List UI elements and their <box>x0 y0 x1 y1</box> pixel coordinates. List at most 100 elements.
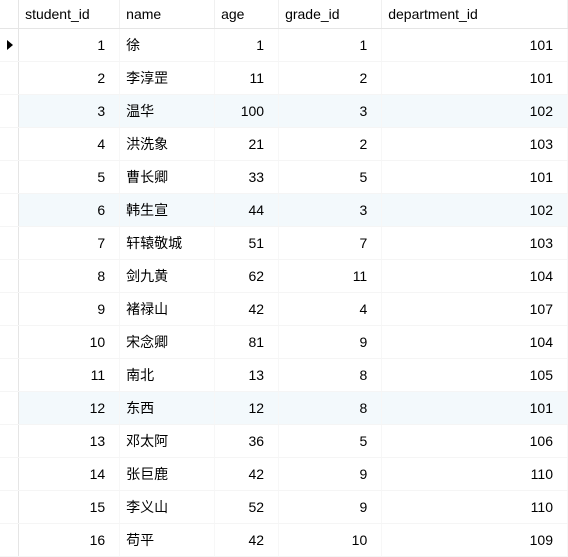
cell-department-id[interactable]: 105 <box>382 359 568 392</box>
cell-name[interactable]: 张巨鹿 <box>120 458 215 491</box>
cell-grade-id[interactable]: 5 <box>279 425 382 458</box>
cell-name[interactable]: 徐 <box>120 29 215 62</box>
cell-name[interactable]: 曹长卿 <box>120 161 215 194</box>
col-header-grade-id[interactable]: grade_id <box>279 0 382 29</box>
cell-department-id[interactable]: 110 <box>382 491 568 524</box>
table-row[interactable]: 7轩辕敬城517103 <box>0 227 568 260</box>
table-row[interactable]: 12东西128101 <box>0 392 568 425</box>
cell-student-id[interactable]: 5 <box>19 161 120 194</box>
cell-age[interactable]: 11 <box>215 62 279 95</box>
cell-grade-id[interactable]: 3 <box>279 194 382 227</box>
cell-age[interactable]: 52 <box>215 491 279 524</box>
cell-age[interactable]: 81 <box>215 326 279 359</box>
table-row[interactable]: 15李义山529110 <box>0 491 568 524</box>
cell-name[interactable]: 洪洗象 <box>120 128 215 161</box>
cell-grade-id[interactable]: 9 <box>279 326 382 359</box>
cell-age[interactable]: 12 <box>215 392 279 425</box>
cell-grade-id[interactable]: 8 <box>279 392 382 425</box>
cell-grade-id[interactable]: 3 <box>279 95 382 128</box>
cell-grade-id[interactable]: 1 <box>279 29 382 62</box>
cell-student-id[interactable]: 6 <box>19 194 120 227</box>
cell-name[interactable]: 宋念卿 <box>120 326 215 359</box>
cell-grade-id[interactable]: 4 <box>279 293 382 326</box>
col-header-department-id[interactable]: department_id <box>382 0 568 29</box>
table-row[interactable]: 8剑九黄6211104 <box>0 260 568 293</box>
cell-age[interactable]: 42 <box>215 458 279 491</box>
cell-age[interactable]: 36 <box>215 425 279 458</box>
row-gutter[interactable] <box>0 161 19 194</box>
cell-name[interactable]: 韩生宣 <box>120 194 215 227</box>
cell-age[interactable]: 13 <box>215 359 279 392</box>
row-gutter[interactable] <box>0 62 19 95</box>
cell-student-id[interactable]: 11 <box>19 359 120 392</box>
cell-department-id[interactable]: 101 <box>382 161 568 194</box>
col-header-student-id[interactable]: student_id <box>19 0 120 29</box>
row-gutter[interactable] <box>0 260 19 293</box>
row-gutter[interactable] <box>0 128 19 161</box>
cell-department-id[interactable]: 102 <box>382 95 568 128</box>
row-gutter[interactable] <box>0 392 19 425</box>
cell-student-id[interactable]: 4 <box>19 128 120 161</box>
cell-grade-id[interactable]: 5 <box>279 161 382 194</box>
cell-name[interactable]: 东西 <box>120 392 215 425</box>
cell-department-id[interactable]: 101 <box>382 392 568 425</box>
cell-grade-id[interactable]: 2 <box>279 128 382 161</box>
data-grid[interactable]: student_id name age grade_id department_… <box>0 0 568 557</box>
row-gutter[interactable] <box>0 524 19 557</box>
cell-student-id[interactable]: 15 <box>19 491 120 524</box>
cell-department-id[interactable]: 103 <box>382 227 568 260</box>
cell-student-id[interactable]: 14 <box>19 458 120 491</box>
cell-age[interactable]: 62 <box>215 260 279 293</box>
row-gutter[interactable] <box>0 326 19 359</box>
col-header-age[interactable]: age <box>215 0 279 29</box>
cell-grade-id[interactable]: 9 <box>279 458 382 491</box>
cell-department-id[interactable]: 109 <box>382 524 568 557</box>
table-row[interactable]: 16苟平4210109 <box>0 524 568 557</box>
table-row[interactable]: 3温华1003102 <box>0 95 568 128</box>
cell-age[interactable]: 1 <box>215 29 279 62</box>
cell-department-id[interactable]: 103 <box>382 128 568 161</box>
table-row[interactable]: 11南北138105 <box>0 359 568 392</box>
cell-department-id[interactable]: 104 <box>382 260 568 293</box>
cell-age[interactable]: 21 <box>215 128 279 161</box>
table-row[interactable]: 14张巨鹿429110 <box>0 458 568 491</box>
cell-age[interactable]: 51 <box>215 227 279 260</box>
cell-department-id[interactable]: 107 <box>382 293 568 326</box>
table-row[interactable]: 2李淳罡112101 <box>0 62 568 95</box>
row-gutter[interactable] <box>0 425 19 458</box>
table-row[interactable]: 13邓太阿365106 <box>0 425 568 458</box>
cell-name[interactable]: 褚禄山 <box>120 293 215 326</box>
table-row[interactable]: 1徐11101 <box>0 29 568 62</box>
row-gutter[interactable] <box>0 29 19 62</box>
row-gutter[interactable] <box>0 491 19 524</box>
cell-student-id[interactable]: 13 <box>19 425 120 458</box>
cell-department-id[interactable]: 101 <box>382 62 568 95</box>
cell-name[interactable]: 轩辕敬城 <box>120 227 215 260</box>
col-header-name[interactable]: name <box>120 0 215 29</box>
cell-age[interactable]: 100 <box>215 95 279 128</box>
cell-age[interactable]: 42 <box>215 293 279 326</box>
cell-student-id[interactable]: 10 <box>19 326 120 359</box>
cell-student-id[interactable]: 8 <box>19 260 120 293</box>
table-row[interactable]: 6韩生宣443102 <box>0 194 568 227</box>
cell-name[interactable]: 李淳罡 <box>120 62 215 95</box>
cell-grade-id[interactable]: 2 <box>279 62 382 95</box>
cell-student-id[interactable]: 9 <box>19 293 120 326</box>
cell-grade-id[interactable]: 8 <box>279 359 382 392</box>
row-gutter[interactable] <box>0 194 19 227</box>
cell-department-id[interactable]: 101 <box>382 29 568 62</box>
row-gutter[interactable] <box>0 227 19 260</box>
cell-name[interactable]: 邓太阿 <box>120 425 215 458</box>
cell-student-id[interactable]: 12 <box>19 392 120 425</box>
cell-name[interactable]: 温华 <box>120 95 215 128</box>
cell-student-id[interactable]: 7 <box>19 227 120 260</box>
cell-student-id[interactable]: 2 <box>19 62 120 95</box>
table-row[interactable]: 4洪洗象212103 <box>0 128 568 161</box>
row-gutter[interactable] <box>0 359 19 392</box>
cell-student-id[interactable]: 3 <box>19 95 120 128</box>
cell-age[interactable]: 42 <box>215 524 279 557</box>
row-gutter[interactable] <box>0 293 19 326</box>
cell-department-id[interactable]: 110 <box>382 458 568 491</box>
cell-department-id[interactable]: 106 <box>382 425 568 458</box>
cell-grade-id[interactable]: 7 <box>279 227 382 260</box>
